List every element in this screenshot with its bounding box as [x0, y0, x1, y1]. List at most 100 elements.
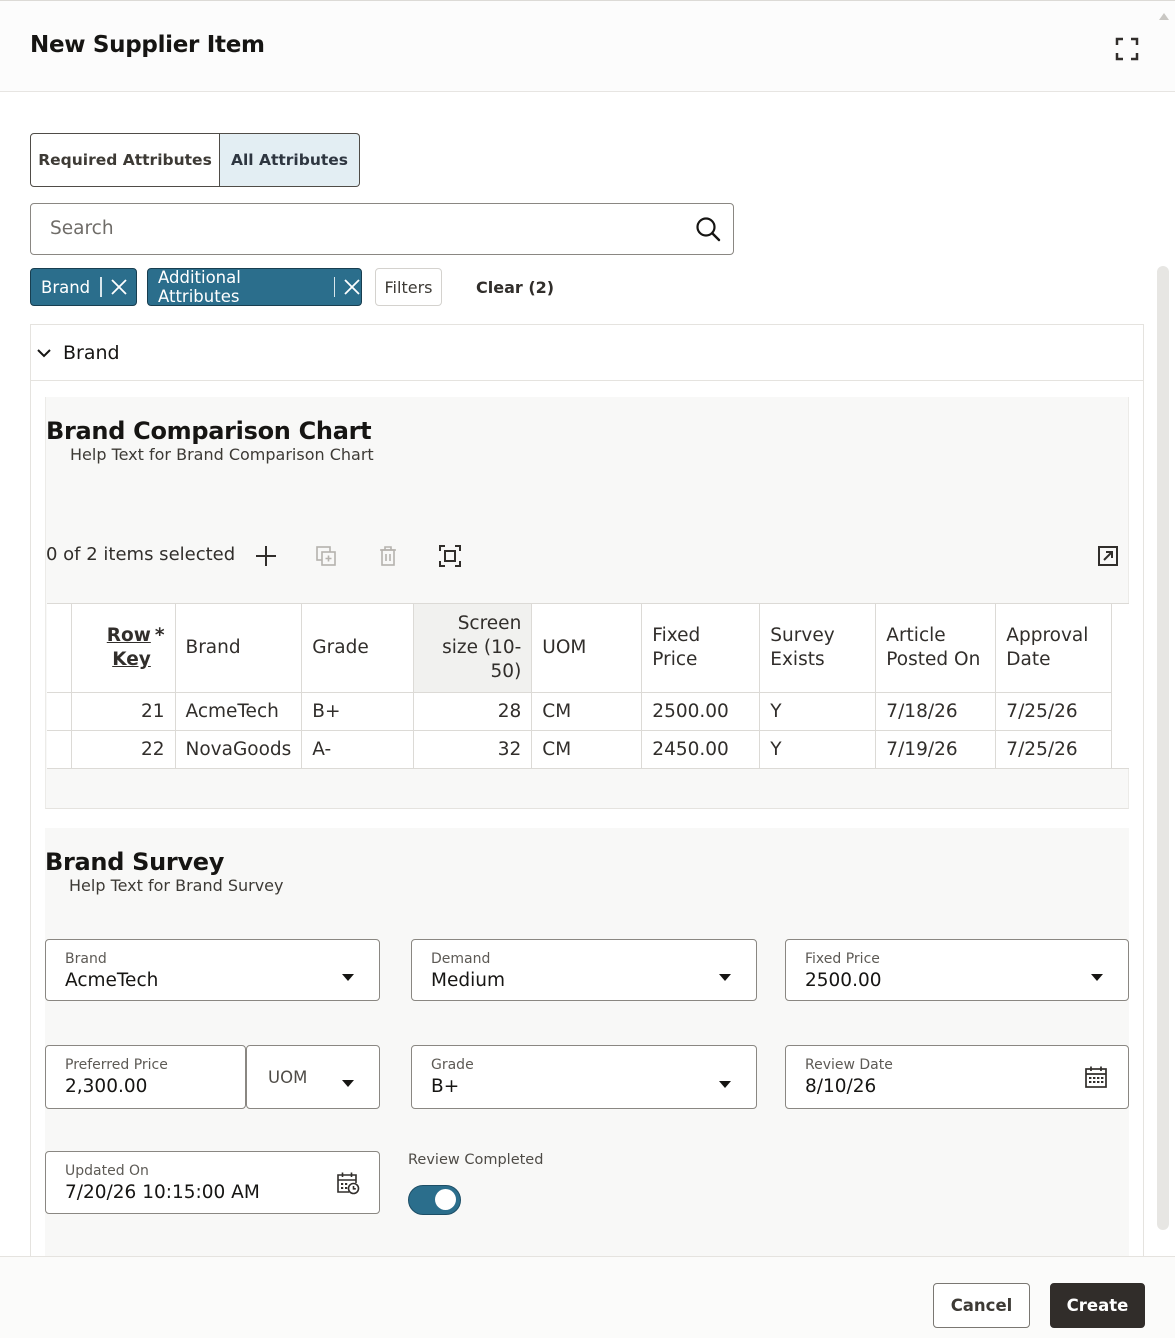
fullscreen-icon[interactable] — [1112, 34, 1142, 64]
dialog-title: New Supplier Item — [30, 32, 265, 58]
column-header-brand[interactable]: Brand — [175, 604, 303, 693]
field-label: Updated On — [65, 1163, 149, 1179]
fixed-price-select[interactable]: Fixed Price 2500.00 — [785, 939, 1129, 1001]
filters-button[interactable]: Filters — [375, 268, 442, 306]
brand-select[interactable]: Brand AcmeTech — [45, 939, 380, 1001]
review-completed-toggle[interactable] — [408, 1185, 461, 1215]
field-value: 2,300.00 — [65, 1076, 148, 1097]
detach-icon[interactable] — [1096, 544, 1120, 568]
cell-uom: CM — [531, 692, 643, 731]
section-title: Brand — [63, 342, 120, 364]
cell-brand: AcmeTech — [175, 692, 303, 731]
column-header-survey-exists[interactable]: Survey Exists — [759, 604, 877, 693]
field-value: AcmeTech — [65, 970, 159, 991]
cell-row-key: 21 — [71, 692, 176, 731]
clear-filters-button[interactable]: Clear (2) — [476, 278, 554, 297]
cell-row-key: 22 — [71, 730, 176, 769]
create-button[interactable]: Create — [1050, 1283, 1145, 1328]
search-placeholder: Search — [50, 218, 114, 239]
row-selector[interactable] — [47, 692, 72, 731]
cancel-button[interactable]: Cancel — [933, 1283, 1030, 1328]
selection-status: 0 of 2 items selected — [46, 544, 236, 565]
filter-chip-label: Additional Attributes — [158, 268, 241, 306]
cell-grade: B+ — [301, 692, 415, 731]
comparison-table: Row Key* Brand Grade Screen size (10- 50) U… — [47, 604, 1113, 769]
dropdown-caret-icon[interactable] — [1091, 967, 1103, 981]
column-header-approval-date[interactable]: Approval Date — [995, 604, 1113, 693]
attribute-tabs: Required Attributes All Attributes — [30, 133, 360, 187]
column-header-grade[interactable]: Grade — [301, 604, 415, 693]
dialog-header: New Supplier Item — [0, 1, 1175, 92]
remove-chip-icon[interactable] — [110, 278, 128, 296]
card-help-text: Help Text for Brand Comparison Chart — [70, 445, 374, 464]
selector-column-header — [47, 604, 72, 693]
card-title: Brand Survey — [45, 848, 225, 876]
duplicate-row-icon[interactable] — [314, 544, 338, 568]
scroll-up-arrow-icon[interactable] — [1158, 6, 1170, 20]
cell-brand: NovaGoods — [175, 730, 303, 769]
comparison-table-container: Row Key* Brand Grade Screen size (10- 50) U… — [47, 603, 1129, 769]
cell-survey-exists: Y — [759, 692, 877, 731]
field-label: Fixed Price — [805, 951, 880, 967]
dropdown-caret-icon[interactable] — [342, 967, 354, 981]
remove-chip-icon[interactable] — [343, 278, 361, 296]
field-label: Preferred Price — [65, 1057, 168, 1073]
tab-all-attributes[interactable]: All Attributes — [220, 133, 360, 187]
field-value: 7/20/26 10:15:00 AM — [65, 1182, 260, 1203]
dropdown-caret-icon[interactable] — [719, 1074, 731, 1088]
column-header-row-key[interactable]: Row Key* — [71, 604, 176, 693]
column-header-screen-size[interactable]: Screen size (10- 50) — [413, 604, 533, 693]
cell-grade: A- — [301, 730, 415, 769]
chevron-down-icon[interactable] — [36, 345, 52, 361]
toggle-knob — [435, 1189, 456, 1210]
column-header-article-posted-on[interactable]: Article Posted On — [875, 604, 997, 693]
chip-divider — [100, 277, 102, 297]
card-title: Brand Comparison Chart — [46, 417, 372, 445]
uom-placeholder: UOM — [268, 1068, 308, 1087]
grade-select[interactable]: Grade B+ — [411, 1045, 757, 1109]
delete-row-icon[interactable] — [376, 544, 400, 568]
field-value: B+ — [431, 1076, 460, 1097]
scrollbar-thumb[interactable] — [1157, 266, 1169, 1230]
column-header-uom[interactable]: UOM — [531, 604, 643, 693]
column-header-fixed-price[interactable]: Fixed Price — [641, 604, 761, 693]
cell-approval-date: 7/25/26 — [995, 692, 1113, 731]
filter-chip-additional-attributes[interactable]: Additional Attributes — [147, 268, 362, 306]
dropdown-caret-icon[interactable] — [719, 967, 731, 981]
search-icon[interactable] — [694, 215, 722, 243]
cell-uom: CM — [531, 730, 643, 769]
cell-fixed-price: 2500.00 — [641, 692, 761, 731]
dropdown-caret-icon[interactable] — [342, 1073, 354, 1087]
cell-article-posted-on: 7/18/26 — [875, 692, 997, 731]
table-row[interactable]: 21 AcmeTech B+ 28 CM 2500.00 Y 7/18/26 7… — [47, 692, 1113, 731]
review-date-field[interactable]: Review Date 8/10/26 — [785, 1045, 1129, 1109]
table-row[interactable]: 22 NovaGoods A- 32 CM 2450.00 Y 7/19/26 … — [47, 730, 1113, 769]
preferred-price-field[interactable]: Preferred Price 2,300.00 — [45, 1045, 246, 1109]
field-value: 2500.00 — [805, 970, 882, 991]
search-input[interactable]: Search — [30, 203, 734, 255]
dialog-footer: Cancel Create — [0, 1256, 1175, 1338]
field-value: Medium — [431, 970, 505, 991]
date-time-picker-icon[interactable] — [336, 1171, 360, 1195]
select-mode-icon[interactable] — [438, 544, 462, 568]
demand-select[interactable]: Demand Medium — [411, 939, 757, 1001]
field-label: Grade — [431, 1057, 474, 1073]
brand-comparison-chart-card: Brand Comparison Chart Help Text for Bra… — [45, 397, 1129, 809]
card-help-text: Help Text for Brand Survey — [69, 876, 284, 895]
tab-required-attributes[interactable]: Required Attributes — [30, 133, 220, 187]
field-label: Review Date — [805, 1057, 893, 1073]
row-selector[interactable] — [47, 730, 72, 769]
cell-approval-date: 7/25/26 — [995, 730, 1113, 769]
add-row-icon[interactable] — [254, 544, 278, 568]
updated-on-field[interactable]: Updated On 7/20/26 10:15:00 AM — [45, 1151, 380, 1214]
calendar-icon[interactable] — [1084, 1065, 1108, 1089]
cell-screen-size: 32 — [413, 730, 533, 769]
filter-chip-brand[interactable]: Brand — [30, 268, 137, 306]
brand-section-header[interactable]: Brand — [31, 325, 1143, 381]
field-label: Brand — [65, 951, 107, 967]
required-indicator: * — [154, 624, 165, 646]
cell-survey-exists: Y — [759, 730, 877, 769]
uom-select[interactable]: UOM — [246, 1045, 380, 1109]
field-label: Demand — [431, 951, 491, 967]
table-header-row: Row Key* Brand Grade Screen size (10- 50) U… — [47, 604, 1113, 693]
